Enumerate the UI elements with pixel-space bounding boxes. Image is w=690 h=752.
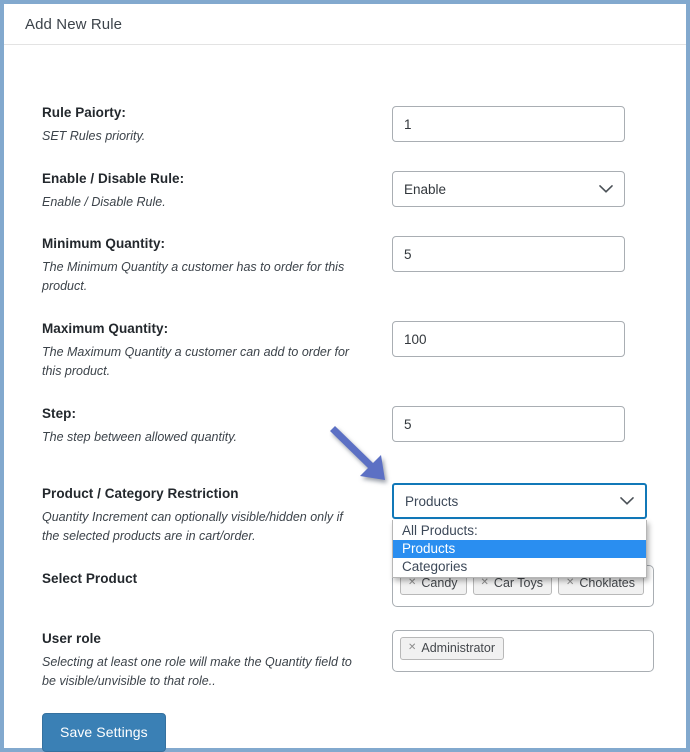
rule-priority-description: SET Rules priority. xyxy=(42,127,362,146)
maximum-quantity-label-group: Maximum Quantity: The Maximum Quantity a… xyxy=(42,321,372,382)
user-role-tag-label: Administrator xyxy=(421,641,495,655)
enable-disable-select[interactable]: Enable xyxy=(392,171,625,207)
restriction-description: Quantity Increment can optionally visibl… xyxy=(42,508,362,547)
restriction-select-wrap: Products All Products: Products Categori… xyxy=(392,483,647,519)
product-tag-label: Candy xyxy=(421,576,457,590)
rule-priority-label: Rule Paiorty: xyxy=(42,105,372,120)
enable-disable-select-value: Enable xyxy=(404,182,446,197)
restriction-select[interactable]: Products xyxy=(392,483,647,519)
step-input-wrap xyxy=(392,406,625,442)
maximum-quantity-input[interactable] xyxy=(392,321,625,357)
close-icon[interactable]: ✕ xyxy=(408,578,416,588)
close-icon[interactable]: ✕ xyxy=(566,578,574,588)
user-role-label-group: User role Selecting at least one role wi… xyxy=(42,631,372,692)
restriction-select-value: Products xyxy=(405,494,458,509)
enable-disable-description: Enable / Disable Rule. xyxy=(42,193,362,212)
product-tag-label: Choklates xyxy=(579,576,635,590)
save-settings-button[interactable]: Save Settings xyxy=(42,713,166,752)
step-label-group: Step: The step between allowed quantity. xyxy=(42,406,372,447)
maximum-quantity-description: The Maximum Quantity a customer can add … xyxy=(42,343,362,382)
rule-priority-label-group: Rule Paiorty: SET Rules priority. xyxy=(42,105,372,146)
select-product-label: Select Product xyxy=(42,571,372,586)
user-role-tag-administrator[interactable]: ✕ Administrator xyxy=(400,637,504,660)
enable-disable-label-group: Enable / Disable Rule: Enable / Disable … xyxy=(42,171,372,212)
add-new-rule-panel: Add New Rule Rule Paiorty: SET Rules pri… xyxy=(4,4,686,748)
maximum-quantity-label: Maximum Quantity: xyxy=(42,321,372,336)
dropdown-option-products[interactable]: Products xyxy=(393,540,646,558)
rule-priority-input[interactable] xyxy=(392,106,625,142)
chevron-down-icon xyxy=(599,185,613,194)
restriction-label: Product / Category Restriction xyxy=(42,486,372,501)
rule-priority-input-wrap xyxy=(392,106,625,142)
minimum-quantity-input[interactable] xyxy=(392,236,625,272)
user-role-token-field[interactable]: ✕ Administrator xyxy=(392,630,654,672)
close-icon[interactable]: ✕ xyxy=(408,643,416,653)
screenshot-frame: Add New Rule Rule Paiorty: SET Rules pri… xyxy=(0,0,690,752)
restriction-dropdown-list[interactable]: All Products: Products Categories xyxy=(392,520,647,578)
product-tag-label: Car Toys xyxy=(494,576,543,590)
page-title: Add New Rule xyxy=(25,16,122,33)
close-icon[interactable]: ✕ xyxy=(481,578,489,588)
minimum-quantity-label-group: Minimum Quantity: The Minimum Quantity a… xyxy=(42,236,372,297)
save-button-wrap: Save Settings xyxy=(42,713,166,752)
step-description: The step between allowed quantity. xyxy=(42,428,362,447)
minimum-quantity-input-wrap xyxy=(392,236,625,272)
dropdown-option-categories[interactable]: Categories xyxy=(393,558,646,576)
maximum-quantity-input-wrap xyxy=(392,321,625,357)
select-product-label-group: Select Product xyxy=(42,571,372,586)
chevron-down-icon xyxy=(620,497,634,506)
minimum-quantity-description: The Minimum Quantity a customer has to o… xyxy=(42,258,362,297)
enable-disable-label: Enable / Disable Rule: xyxy=(42,171,372,186)
step-label: Step: xyxy=(42,406,372,421)
user-role-tokens-wrap: ✕ Administrator xyxy=(392,630,654,672)
enable-disable-select-wrap: Enable xyxy=(392,171,625,207)
user-role-description: Selecting at least one role will make th… xyxy=(42,653,362,692)
user-role-label: User role xyxy=(42,631,372,646)
restriction-label-group: Product / Category Restriction Quantity … xyxy=(42,486,372,547)
minimum-quantity-label: Minimum Quantity: xyxy=(42,236,372,251)
step-input[interactable] xyxy=(392,406,625,442)
panel-header: Add New Rule xyxy=(4,4,686,45)
dropdown-option-all-products[interactable]: All Products: xyxy=(393,522,646,540)
